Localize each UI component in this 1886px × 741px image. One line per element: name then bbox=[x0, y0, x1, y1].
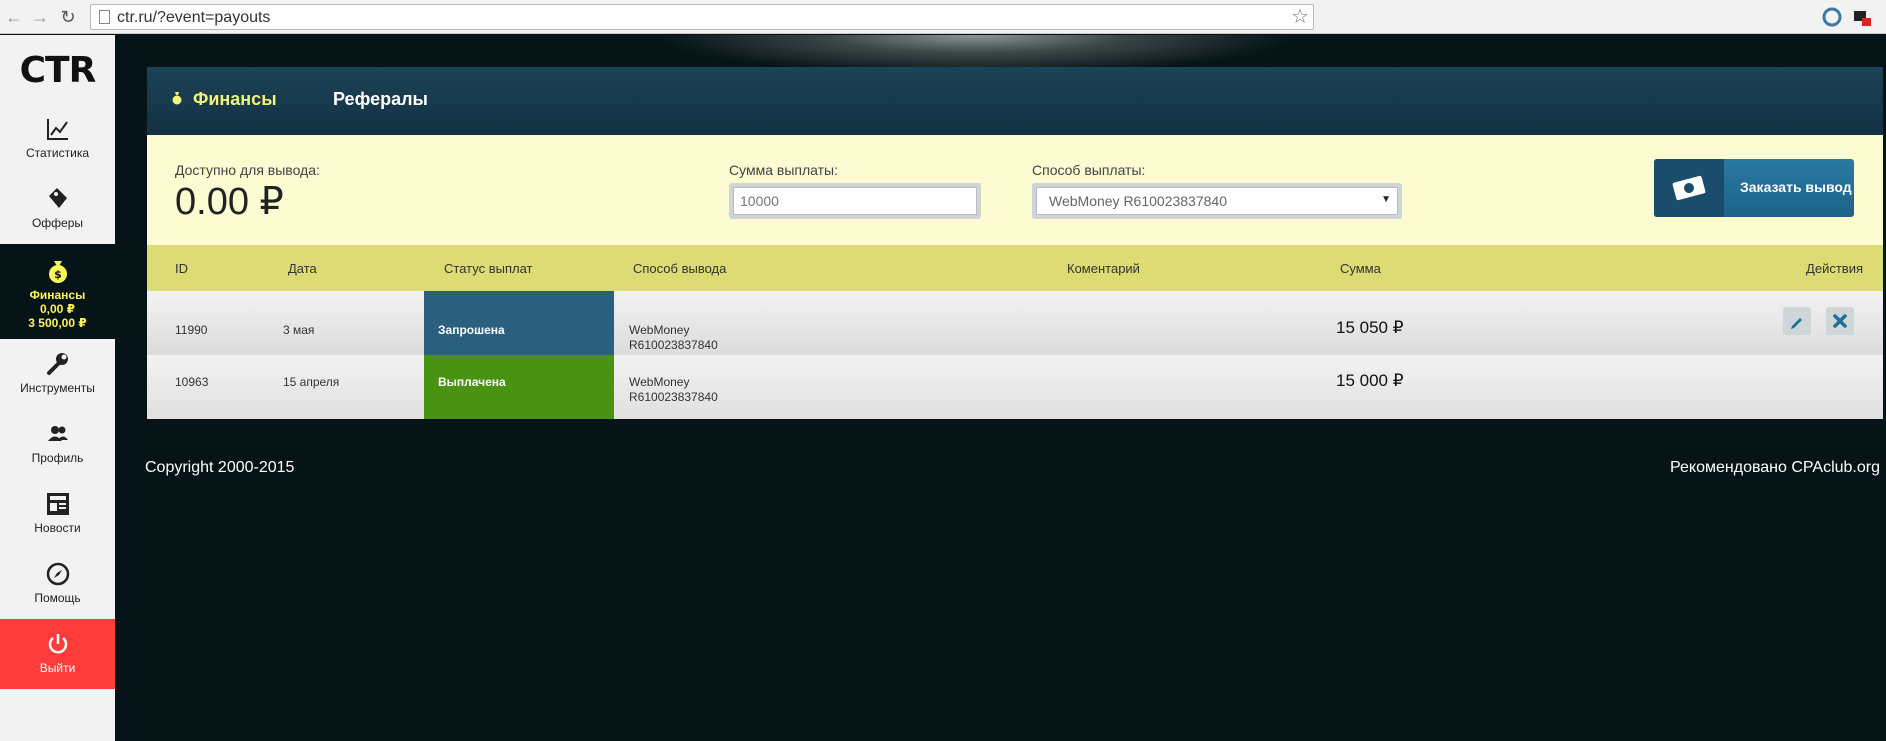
sidebar-item-label: Профиль bbox=[31, 451, 84, 465]
available-value: 0.00 ₽ bbox=[175, 181, 284, 223]
logo[interactable]: CTR bbox=[0, 35, 115, 104]
order-payout-button[interactable]: Заказать вывод bbox=[1654, 159, 1854, 217]
money-bag-icon: $ bbox=[48, 261, 67, 283]
power-icon bbox=[48, 634, 67, 654]
sidebar-item-label: Выйти bbox=[39, 661, 76, 675]
sidebar-item-profile[interactable]: Профиль bbox=[0, 409, 115, 479]
sidebar-item-statistics[interactable]: Статистика bbox=[0, 104, 115, 174]
news-icon bbox=[46, 493, 69, 515]
status-badge: Запрошена bbox=[424, 291, 614, 355]
sidebar-item-label: Инструменты bbox=[20, 381, 95, 395]
address-bar[interactable]: ctr.ru/?event=payouts ☆ bbox=[90, 4, 1314, 30]
svg-text:$: $ bbox=[54, 268, 62, 281]
bookmark-star-icon[interactable]: ☆ bbox=[1291, 5, 1309, 29]
status-label: Запрошена bbox=[438, 323, 505, 337]
address-url: ctr.ru/?event=payouts bbox=[117, 9, 271, 26]
method-line: WebMoney bbox=[629, 323, 690, 337]
payout-form: Доступно для вывода: 0.00 ₽ Сумма выплат… bbox=[147, 135, 1883, 245]
sidebar-item-logout[interactable]: Выйти bbox=[0, 619, 115, 689]
notification-extension-icon[interactable] bbox=[1852, 7, 1872, 27]
tab-label: Финансы bbox=[193, 89, 277, 109]
method-line: WebMoney bbox=[629, 375, 690, 389]
sidebar-item-label: Финансы bbox=[29, 288, 86, 302]
status-badge: Выплачена bbox=[424, 355, 614, 419]
edit-button[interactable] bbox=[1783, 307, 1811, 335]
reload-icon[interactable]: ↻ bbox=[58, 7, 78, 27]
page-icon bbox=[99, 10, 110, 24]
finance-hold: 3 500,00 ₽ bbox=[28, 316, 87, 330]
row-method: WebMoney R610023837840 bbox=[629, 375, 718, 405]
delete-button[interactable] bbox=[1826, 307, 1854, 335]
sidebar-item-news[interactable]: Новости bbox=[0, 479, 115, 549]
tab-finance[interactable]: Финансы bbox=[171, 89, 277, 110]
amount-label: Сумма выплаты: bbox=[729, 162, 838, 178]
available-label: Доступно для вывода: bbox=[175, 162, 320, 178]
method-select[interactable]: WebMoney R610023837840 ▼ bbox=[1036, 187, 1398, 215]
row-date: 3 мая bbox=[283, 323, 315, 337]
table-row: 11990 3 мая Запрошена WebMoney R61002383… bbox=[147, 291, 1883, 355]
sidebar-item-label: Помощь bbox=[34, 591, 81, 605]
wrench-icon bbox=[46, 353, 68, 375]
sidebar-item-finance[interactable]: $ Финансы 0,00 ₽ 3 500,00 ₽ bbox=[0, 244, 115, 339]
forward-arrow-icon[interactable]: → bbox=[30, 7, 50, 27]
method-label: Способ выплаты: bbox=[1032, 162, 1146, 178]
tab-label: Рефералы bbox=[333, 89, 428, 109]
compass-icon bbox=[46, 562, 69, 586]
money-bag-icon bbox=[171, 89, 183, 110]
dropdown-arrow-icon: ▼ bbox=[1381, 194, 1391, 205]
row-date: 15 апреля bbox=[283, 375, 340, 389]
status-label: Выплачена bbox=[438, 375, 506, 389]
order-payout-label: Заказать вывод bbox=[1740, 179, 1852, 195]
method-select-value: WebMoney R610023837840 bbox=[1049, 193, 1227, 209]
close-icon bbox=[1833, 314, 1847, 328]
cash-icon bbox=[1654, 159, 1724, 217]
sidebar-item-label: Статистика bbox=[25, 146, 90, 160]
header-banner bbox=[115, 35, 1886, 67]
row-amount: 15 000 ₽ bbox=[1336, 371, 1404, 390]
column-header: Сумма bbox=[1340, 261, 1381, 276]
column-header: Способ вывода bbox=[633, 261, 727, 276]
row-amount: 15 050 ₽ bbox=[1336, 318, 1404, 337]
sidebar-item-offers[interactable]: Офферы bbox=[0, 174, 115, 244]
amount-field[interactable] bbox=[733, 187, 977, 215]
sidebar-item-label: Офферы bbox=[31, 216, 84, 230]
row-method: WebMoney R610023837840 bbox=[629, 323, 718, 353]
method-line: R610023837840 bbox=[629, 338, 718, 352]
tab-referrals[interactable]: Рефералы bbox=[333, 89, 428, 110]
sidebar-item-label: Новости bbox=[34, 521, 81, 535]
users-icon bbox=[47, 426, 68, 441]
amount-field-wrapper bbox=[729, 183, 981, 219]
method-select-wrapper: WebMoney R610023837840 ▼ bbox=[1032, 183, 1402, 219]
chart-icon bbox=[46, 119, 68, 140]
finance-balance: 0,00 ₽ bbox=[39, 302, 76, 316]
copyright: Copyright 2000-2015 bbox=[145, 459, 295, 476]
table-header: ID Дата Статус выплат Способ вывода Коме… bbox=[147, 245, 1883, 291]
sidebar-item-help[interactable]: Помощь bbox=[0, 549, 115, 619]
extension-icon[interactable] bbox=[1822, 7, 1842, 27]
row-id: 10963 bbox=[175, 375, 209, 389]
sidebar-item-tools[interactable]: Инструменты bbox=[0, 339, 115, 409]
tab-bar: Финансы Рефералы bbox=[147, 67, 1883, 135]
column-header: ID bbox=[175, 261, 188, 276]
pencil-icon bbox=[1791, 318, 1802, 329]
main-content: Финансы Рефералы Доступно для вывода: 0.… bbox=[147, 67, 1883, 419]
row-id: 11990 bbox=[175, 323, 208, 337]
column-header: Статус выплат bbox=[444, 261, 533, 276]
column-header: Коментарий bbox=[1067, 261, 1140, 276]
browser-toolbar: ← → ↻ ctr.ru/?event=payouts ☆ bbox=[0, 0, 1886, 34]
recommended-link[interactable]: Рекомендовано CPAclub.org bbox=[1670, 459, 1880, 477]
tag-icon bbox=[48, 188, 67, 208]
column-header: Действия bbox=[1806, 261, 1863, 276]
table-row: 10963 15 апреля Выплачена WebMoney R6100… bbox=[147, 355, 1883, 419]
method-line: R610023837840 bbox=[629, 390, 718, 404]
column-header: Дата bbox=[288, 261, 317, 276]
back-arrow-icon[interactable]: ← bbox=[4, 7, 24, 27]
sidebar: CTR Статистика Офферы $ Финансы 0,00 ₽ 3… bbox=[0, 35, 115, 741]
